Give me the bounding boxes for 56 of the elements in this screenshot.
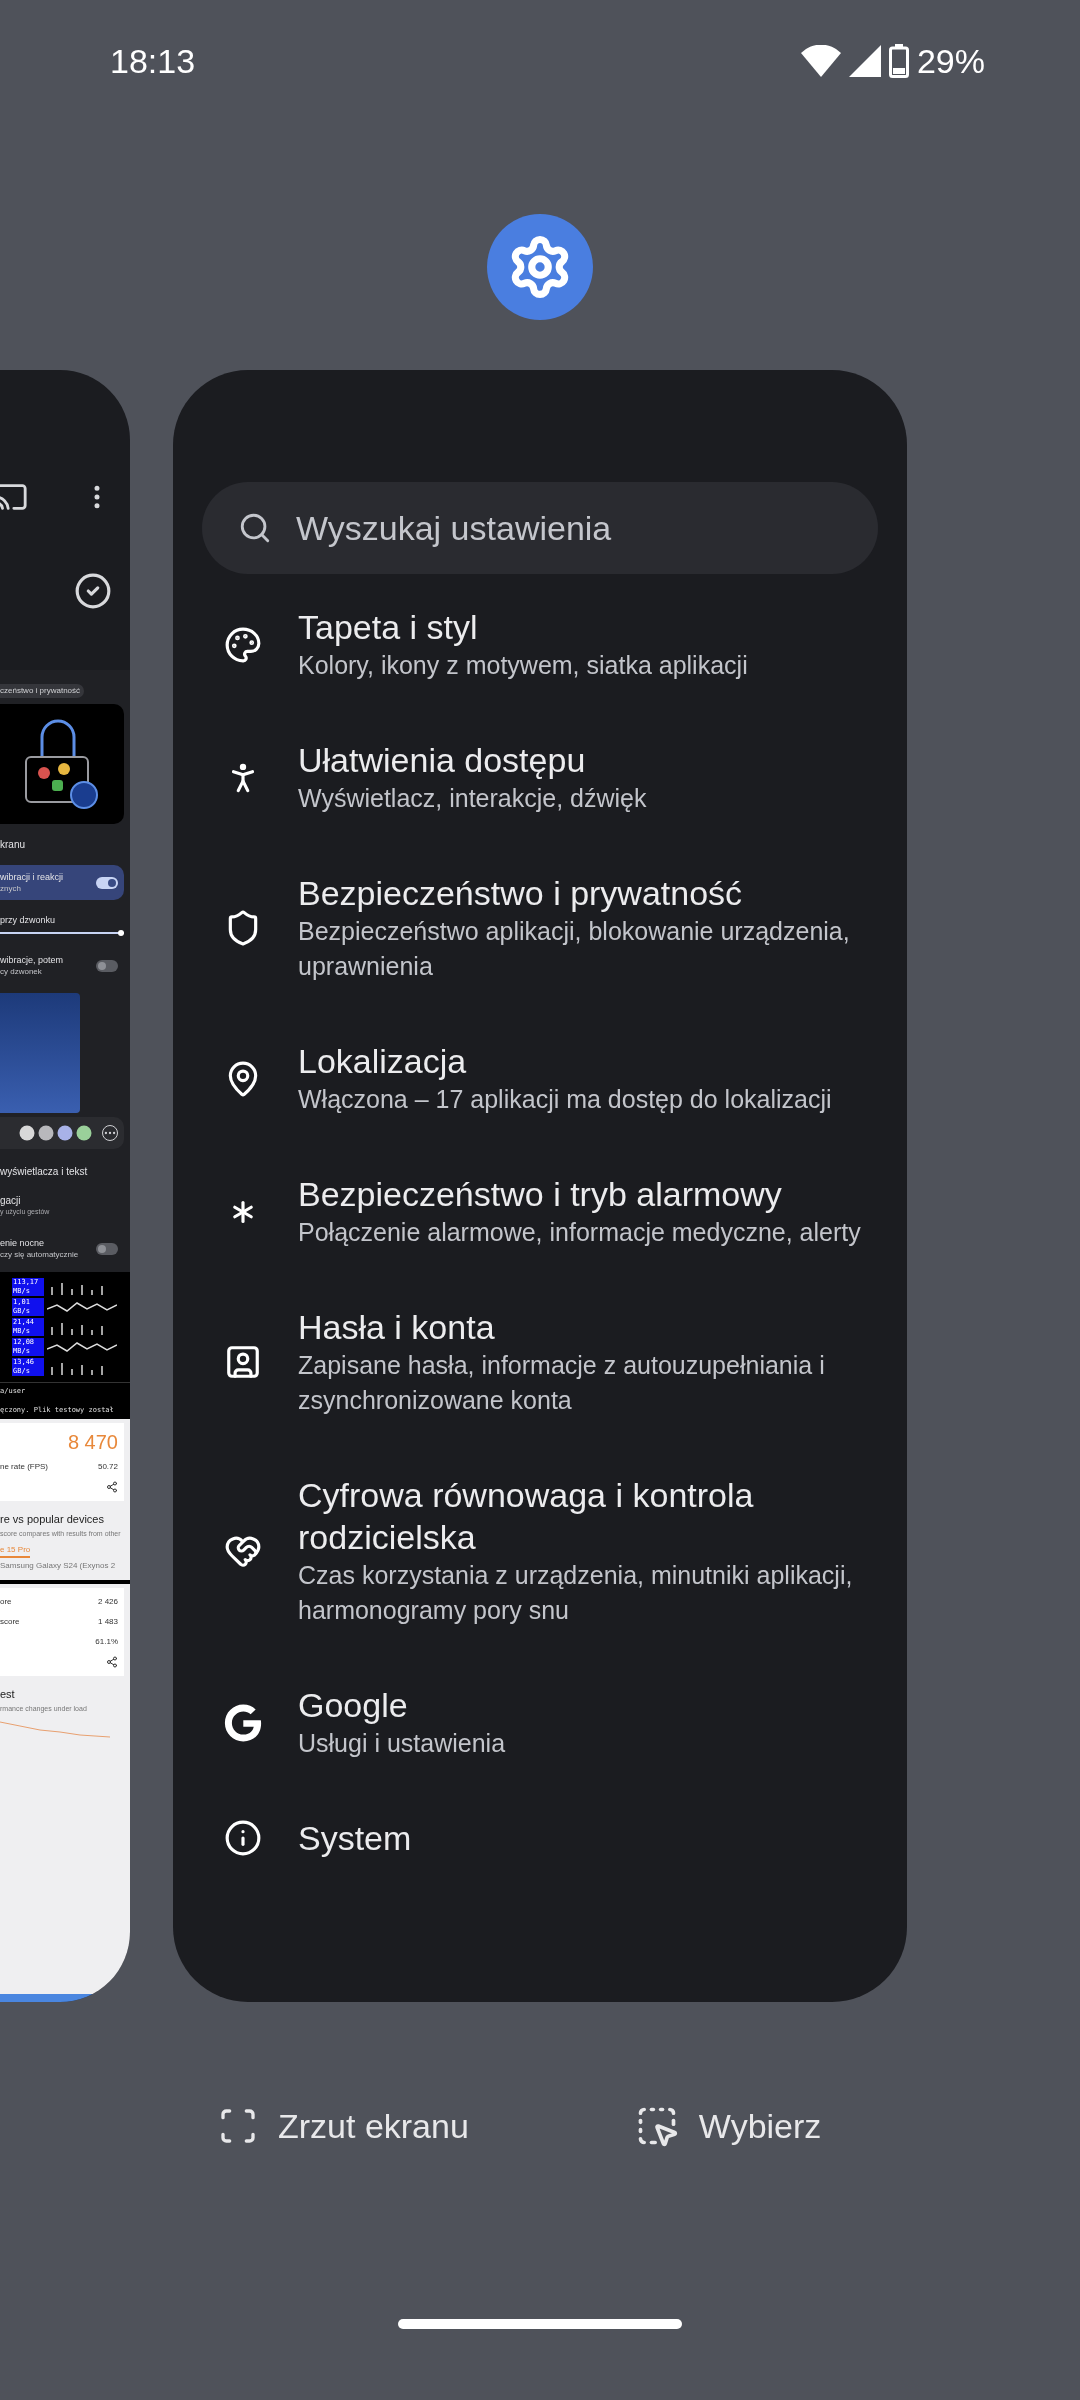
setting-label: enie nocne (0, 1237, 46, 1249)
contact-card-icon (224, 1343, 262, 1381)
battery-icon (888, 44, 909, 78)
metric-value: 50.72 (97, 1461, 118, 1473)
check-circle-icon[interactable] (74, 572, 112, 610)
settings-item[interactable]: Cyfrowa równowaga i kontrola rodzicielska Czas korzystania z urządzenia, minutniki aplikacji, harmonogramy pory snu (202, 1446, 878, 1656)
select-button[interactable]: Wybierz (626, 2090, 830, 2162)
metric-label: score (0, 1616, 20, 1628)
settings-item[interactable]: Bezpieczeństwo i tryb alarmowy Połączenie alarmowe, informacje medyczne, alerty (202, 1145, 878, 1278)
metric-label: ore (0, 1596, 12, 1608)
battery-percent: 29% (916, 40, 985, 82)
settings-item[interactable]: Hasła i konta Zapisane hasła, informacje z autouzupełniania i zsynchronizowane konta (202, 1278, 878, 1446)
section-title: re vs popular devices (0, 1513, 105, 1526)
settings-app-card[interactable] (173, 370, 907, 2002)
metric-label: ne rate (FPS) (0, 1461, 48, 1473)
palette-icon (224, 625, 262, 664)
screenshot-frame-icon (218, 2106, 258, 2146)
setting-label: wyświetlacza i tekst (0, 1165, 89, 1178)
speed-graph-icon (47, 1299, 117, 1315)
setting-label: gacji (0, 1194, 22, 1207)
settings-item[interactable]: System (202, 1789, 878, 1887)
setting-label: przy dzwonku (0, 914, 57, 926)
search-field[interactable]: Wyszukaj ustawienia (202, 482, 878, 574)
score-value: 8 470 (67, 1431, 118, 1453)
home-handle[interactable] (398, 2319, 682, 2329)
speed-graph-icon (47, 1339, 117, 1355)
wifi-icon (800, 45, 841, 77)
previous-app-card[interactable] (0, 370, 130, 2002)
google-icon (224, 1703, 262, 1742)
settings-item[interactable]: Lokalizacja Włączona – 17 aplikacji ma dostęp do lokalizacji (202, 1012, 878, 1145)
breadcrumb-chip: czeństwo i prywatność (0, 684, 85, 698)
metric-value: 61.1% (95, 1636, 118, 1648)
settings-item[interactable]: Bezpieczeństwo i prywatność Bezpieczeństwo aplikacji, blokowanie urządzenia, uprawnienia (202, 844, 878, 1012)
status-time: 18:13 (110, 40, 196, 82)
toggle-switch[interactable] (96, 876, 118, 889)
metric-value: 2 426 (97, 1596, 118, 1608)
screenshot-button[interactable]: Zrzut ekranu (210, 2090, 477, 2162)
device-tab[interactable]: Samsung Galaxy S24 (Exynos 2 (0, 1560, 116, 1572)
setting-label: wibracji i reakcji (0, 871, 63, 883)
search-icon (238, 511, 272, 545)
setting-summary: znych (0, 883, 22, 894)
settings-item[interactable]: Google Usługi i ustawienia (202, 1656, 878, 1789)
share-icon[interactable] (106, 1481, 118, 1493)
metric-value: 1 483 (97, 1616, 118, 1628)
share-icon[interactable] (106, 1656, 118, 1668)
setting-summary: cy dzwonek (0, 966, 43, 977)
signal-icon (848, 45, 881, 77)
setting-label: kranu (0, 838, 26, 851)
section-title: est (0, 1688, 16, 1701)
setting-label: wibracje, potem (0, 954, 64, 966)
info-icon (224, 1819, 262, 1857)
settings-item[interactable]: Tapeta i styl Kolory, ikony z motywem, siatka aplikacji (202, 578, 878, 711)
toggle-switch[interactable] (96, 959, 118, 972)
toggle-switch[interactable] (96, 1242, 118, 1255)
setting-summary: czy się automatycznie (0, 1249, 79, 1260)
settings-item[interactable]: Ułatwienia dostępu Wyświetlacz, interakcje, dźwięk (202, 711, 878, 844)
